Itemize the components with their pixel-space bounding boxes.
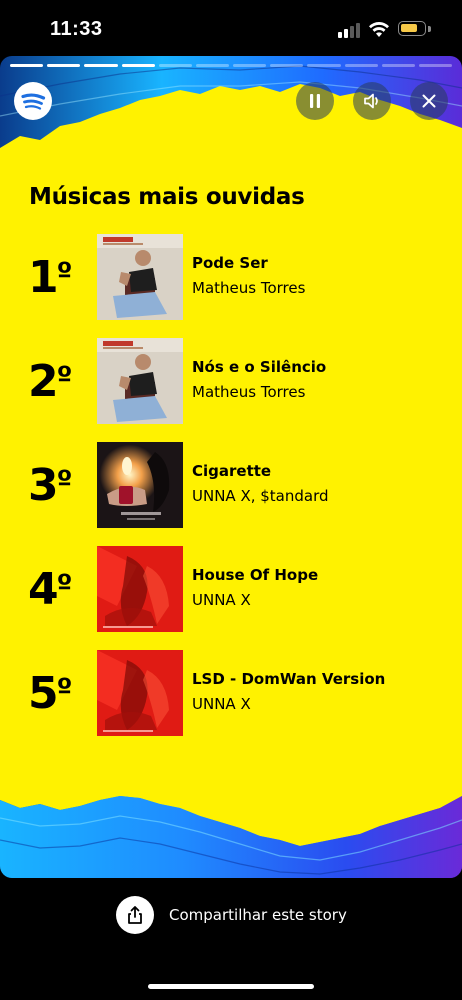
progress-segment — [47, 64, 81, 67]
track-name: Nós e o Silêncio — [192, 358, 327, 376]
progress-segment — [344, 64, 378, 67]
progress-segment — [233, 64, 267, 67]
track-item[interactable]: 1º Pode Ser Matheus Torres — [0, 234, 462, 320]
track-item[interactable]: 5º LSD - DomWan Version UNNA X — [0, 650, 462, 736]
album-cover — [97, 338, 183, 424]
status-time: 11:33 — [50, 18, 103, 40]
track-rank: 5º — [28, 668, 73, 719]
track-artist: UNNA X, $tandard — [192, 487, 329, 505]
track-rank: 3º — [28, 460, 73, 511]
track-item[interactable]: 3º Cigarette UNNA X, $tandard — [0, 442, 462, 528]
album-cover — [97, 442, 183, 528]
progress-segment — [10, 64, 44, 67]
track-name: Pode Ser — [192, 254, 268, 272]
track-rank: 2º — [28, 356, 73, 407]
mute-button[interactable] — [353, 82, 391, 120]
track-name: House Of Hope — [192, 566, 319, 584]
battery-level — [401, 24, 417, 32]
track-item[interactable]: 2º Nós e o Silêncio Matheus Torres — [0, 338, 462, 424]
home-indicator[interactable] — [148, 984, 314, 989]
album-cover — [97, 650, 183, 736]
track-item[interactable]: 4º House Of Hope UNNA X — [0, 546, 462, 632]
story-progress-bar — [10, 64, 453, 67]
progress-segment — [270, 64, 304, 67]
album-cover — [97, 234, 183, 320]
progress-segment — [418, 64, 453, 67]
album-cover — [97, 546, 183, 632]
pause-button[interactable] — [296, 82, 334, 120]
battery-tip — [428, 26, 431, 32]
track-rank: 4º — [28, 564, 73, 615]
track-name: Cigarette — [192, 462, 272, 480]
track-artist: Matheus Torres — [192, 279, 306, 297]
wifi-icon — [369, 21, 389, 37]
progress-segment — [195, 64, 230, 67]
volume-icon — [364, 93, 378, 109]
progress-segment — [84, 64, 118, 67]
close-button[interactable] — [410, 82, 448, 120]
progress-segment — [307, 64, 341, 67]
story-title: Músicas mais ouvidas — [29, 184, 305, 210]
track-artist: UNNA X — [192, 695, 251, 713]
pause-icon — [310, 94, 320, 108]
track-artist: Matheus Torres — [192, 383, 306, 401]
progress-segment — [381, 64, 415, 67]
track-rank: 1º — [28, 252, 73, 303]
cellular-signal-icon — [338, 22, 362, 38]
spotify-logo-icon — [14, 82, 52, 120]
share-label: Compartilhar este story — [169, 906, 347, 924]
progress-segment — [158, 64, 192, 67]
share-story-button[interactable]: Compartilhar este story — [116, 896, 347, 934]
close-icon — [422, 94, 436, 108]
progress-segment — [121, 64, 155, 67]
status-bar: 11:33 — [0, 0, 462, 56]
share-icon — [116, 896, 154, 934]
battery-icon — [398, 21, 426, 36]
track-artist: UNNA X — [192, 591, 251, 609]
story-card[interactable]: Músicas mais ouvidas 1º Pode Ser Matheus… — [0, 56, 462, 878]
track-name: LSD - DomWan Version — [192, 670, 386, 688]
